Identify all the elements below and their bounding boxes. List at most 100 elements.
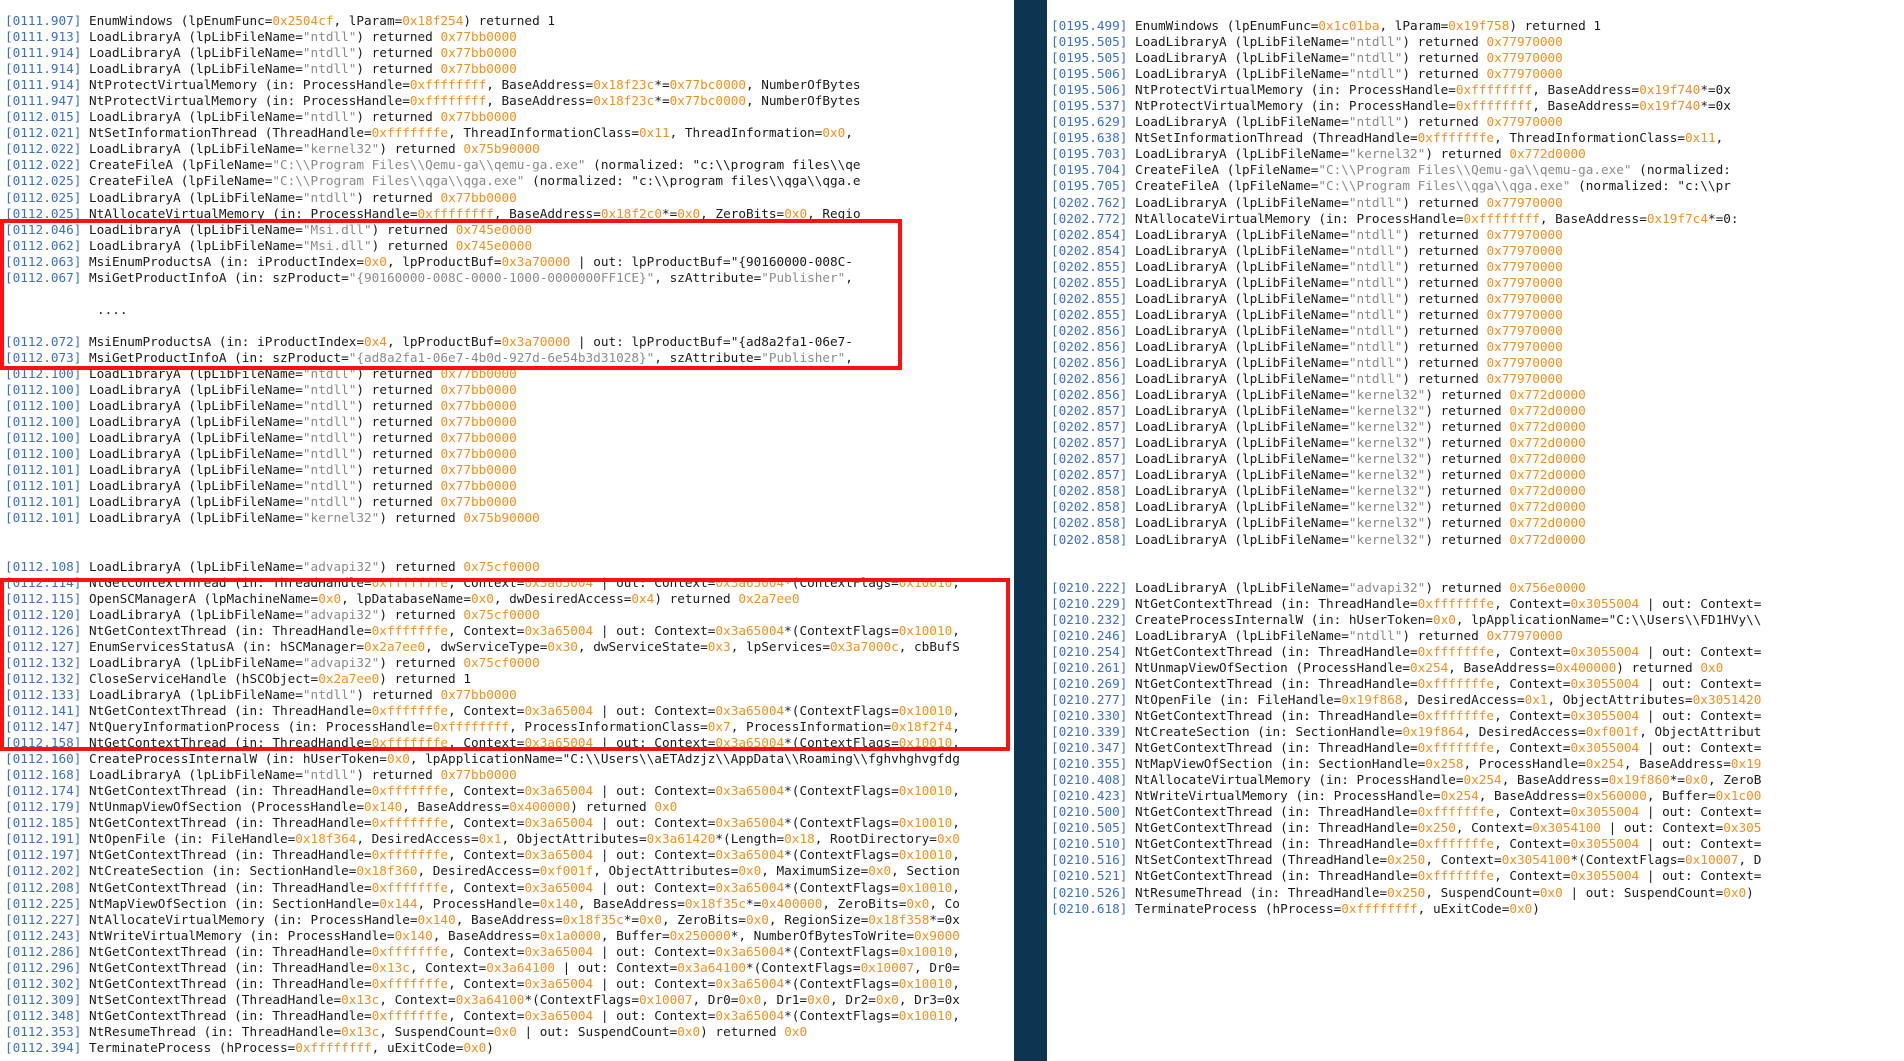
log-gap xyxy=(0,527,960,543)
log-line: [0202.857] LoadLibraryA (lpLibFileName="… xyxy=(1047,467,1761,483)
log-line: [0112.025] CreateFileA (lpFileName="C:\\… xyxy=(0,173,960,189)
log-line: [0202.858] LoadLibraryA (lpLibFileName="… xyxy=(1047,483,1761,499)
left-api-trace-log: [0111.907] EnumWindows (lpEnumFunc=0x250… xyxy=(0,13,960,1056)
log-message: LoadLibraryA (lpLibFileName="ntdll") ret… xyxy=(1135,354,1563,370)
log-timestamp: [0202.855] xyxy=(1051,290,1128,306)
log-message: NtGetContextThread (in: ThreadHandle=0xf… xyxy=(89,735,960,751)
log-message: LoadLibraryA (lpLibFileName="ntdll") ret… xyxy=(1135,242,1563,258)
log-line: [0112.067] MsiGetProductInfoA (in: szPro… xyxy=(0,270,960,286)
log-message: LoadLibraryA (lpLibFileName="ntdll") ret… xyxy=(1135,114,1563,130)
log-message: LoadLibraryA (lpLibFileName="ntdll") ret… xyxy=(1135,274,1563,290)
log-message: LoadLibraryA (lpLibFileName="kernel32") … xyxy=(1135,435,1586,451)
log-line: [0195.505] LoadLibraryA (lpLibFileName="… xyxy=(1047,34,1761,50)
right-log-pane[interactable]: [0195.499] EnumWindows (lpEnumFunc=0x1c0… xyxy=(1047,0,1904,1061)
log-message: LoadLibraryA (lpLibFileName="ntdll") ret… xyxy=(89,382,517,398)
log-timestamp: [0111.913] xyxy=(5,29,82,45)
log-timestamp: [0112.015] xyxy=(5,109,82,125)
log-line: [0112.141] NtGetContextThread (in: Threa… xyxy=(0,703,960,719)
log-timestamp: [0202.857] xyxy=(1051,403,1128,419)
log-line: [0112.227] NtAllocateVirtualMemory (in: … xyxy=(0,912,960,928)
log-timestamp: [0210.408] xyxy=(1051,772,1128,788)
log-line: [0112.022] CreateFileA (lpFileName="C:\\… xyxy=(0,157,960,173)
log-line: [0112.132] CloseServiceHandle (hSCObject… xyxy=(0,671,960,687)
log-line: [0112.114] NtGetContextThread (in: Threa… xyxy=(0,575,960,591)
log-message: NtSetContextThread (ThreadHandle=0x13c, … xyxy=(89,991,960,1007)
log-timestamp: [0210.355] xyxy=(1051,756,1128,772)
log-line: [0202.762] LoadLibraryA (lpLibFileName="… xyxy=(1047,195,1761,211)
log-timestamp: [0195.703] xyxy=(1051,146,1128,162)
log-message: LoadLibraryA (lpLibFileName="kernel32") … xyxy=(1135,387,1586,403)
log-line: [0195.704] CreateFileA (lpFileName="C:\\… xyxy=(1047,162,1761,178)
log-line: [0112.126] NtGetContextThread (in: Threa… xyxy=(0,623,960,639)
log-line: [0112.127] EnumServicesStatusA (in: hSCM… xyxy=(0,639,960,655)
log-line: [0202.858] LoadLibraryA (lpLibFileName="… xyxy=(1047,499,1761,515)
log-message: LoadLibraryA (lpLibFileName="ntdll") ret… xyxy=(89,414,517,430)
log-line: [0202.856] LoadLibraryA (lpLibFileName="… xyxy=(1047,387,1761,403)
log-line: [0210.269] NtGetContextThread (in: Threa… xyxy=(1047,676,1761,692)
log-timestamp: [0112.115] xyxy=(5,590,82,606)
log-message: LoadLibraryA (lpLibFileName="ntdll") ret… xyxy=(1135,66,1563,82)
log-message: NtProtectVirtualMemory (in: ProcessHandl… xyxy=(1135,82,1731,98)
log-timestamp: [0112.062] xyxy=(5,237,82,253)
log-timestamp: [0112.021] xyxy=(5,125,82,141)
log-timestamp: [0112.101] xyxy=(5,494,82,510)
log-line: [0112.394] TerminateProcess (hProcess=0x… xyxy=(0,1040,960,1056)
log-line: [0210.246] LoadLibraryA (lpLibFileName="… xyxy=(1047,628,1761,644)
log-line: [0195.499] EnumWindows (lpEnumFunc=0x1c0… xyxy=(1047,18,1761,34)
log-message: NtCreateSection (in: SectionHandle=0x18f… xyxy=(89,863,960,879)
log-timestamp: [0112.168] xyxy=(5,767,82,783)
log-line: [0112.063] MsiEnumProductsA (in: iProduc… xyxy=(0,254,960,270)
log-message: NtGetContextThread (in: ThreadHandle=0xf… xyxy=(89,1007,960,1023)
log-message: CreateProcessInternalW (in: hUserToken=0… xyxy=(1135,611,1762,627)
log-message: LoadLibraryA (lpLibFileName="ntdll") ret… xyxy=(1135,258,1563,274)
log-line: [0210.339] NtCreateSection (in: SectionH… xyxy=(1047,724,1761,740)
log-timestamp: [0112.225] xyxy=(5,895,82,911)
log-message: NtGetContextThread (in: ThreadHandle=0xf… xyxy=(1135,740,1762,756)
log-message: LoadLibraryA (lpLibFileName="ntdll") ret… xyxy=(89,109,517,125)
log-line: [0210.618] TerminateProcess (hProcess=0x… xyxy=(1047,901,1761,917)
log-timestamp: [0112.185] xyxy=(5,815,82,831)
log-message: NtMapViewOfSection (in: SectionHandle=0x… xyxy=(1135,756,1762,772)
log-timestamp: [0112.100] xyxy=(5,366,82,382)
log-line: [0210.408] NtAllocateVirtualMemory (in: … xyxy=(1047,772,1761,788)
log-line: [0112.353] NtResumeThread (in: ThreadHan… xyxy=(0,1024,960,1040)
log-message: NtWriteVirtualMemory (in: ProcessHandle=… xyxy=(1135,788,1762,804)
log-timestamp: [0210.526] xyxy=(1051,884,1128,900)
log-message: NtCreateSection (in: SectionHandle=0x19f… xyxy=(1135,724,1762,740)
log-timestamp: [0112.197] xyxy=(5,847,82,863)
log-message: LoadLibraryA (lpLibFileName="advapi32") … xyxy=(89,654,540,670)
log-line: [0210.526] NtResumeThread (in: ThreadHan… xyxy=(1047,885,1761,901)
log-line: [0112.160] CreateProcessInternalW (in: h… xyxy=(0,751,960,767)
log-message: CloseServiceHandle (hSCObject=0x2a7ee0) … xyxy=(89,670,471,686)
log-timestamp: [0111.914] xyxy=(5,77,82,93)
log-line: [0112.302] NtGetContextThread (in: Threa… xyxy=(0,976,960,992)
log-timestamp: [0202.762] xyxy=(1051,194,1128,210)
log-timestamp: [0112.046] xyxy=(5,221,82,237)
log-message: LoadLibraryA (lpLibFileName="kernel32") … xyxy=(89,141,540,157)
log-message: CreateFileA (lpFileName="C:\\Program Fil… xyxy=(1135,162,1731,178)
log-timestamp: [0195.505] xyxy=(1051,50,1128,66)
log-message: NtGetContextThread (in: ThreadHandle=0xf… xyxy=(1135,868,1762,884)
log-line: [0112.133] LoadLibraryA (lpLibFileName="… xyxy=(0,687,960,703)
log-message: LoadLibraryA (lpLibFileName="kernel32") … xyxy=(1135,451,1586,467)
log-message: LoadLibraryA (lpLibFileName="ntdll") ret… xyxy=(1135,338,1563,354)
log-message: NtGetContextThread (in: ThreadHandle=0xf… xyxy=(1135,708,1762,724)
log-message: NtGetContextThread (in: ThreadHandle=0xf… xyxy=(89,943,960,959)
log-line: [0210.521] NtGetContextThread (in: Threa… xyxy=(1047,868,1761,884)
log-line: [0112.286] NtGetContextThread (in: Threa… xyxy=(0,944,960,960)
log-timestamp: [0112.133] xyxy=(5,686,82,702)
log-timestamp: [0202.857] xyxy=(1051,435,1128,451)
log-line: [0111.914] NtProtectVirtualMemory (in: P… xyxy=(0,77,960,93)
log-message: NtGetContextThread (in: ThreadHandle=0xf… xyxy=(89,574,960,590)
log-message: MsiEnumProductsA (in: iProductIndex=0x0,… xyxy=(89,253,853,269)
log-line: [0112.243] NtWriteVirtualMemory (in: Pro… xyxy=(0,928,960,944)
log-line: [0195.638] NtSetInformationThread (Threa… xyxy=(1047,130,1761,146)
log-message: TerminateProcess (hProcess=0xffffffff, u… xyxy=(89,1040,494,1055)
log-timestamp: [0210.232] xyxy=(1051,611,1128,627)
left-log-pane[interactable]: [0111.907] EnumWindows (lpEnumFunc=0x250… xyxy=(0,0,1014,1061)
log-message: NtOpenFile (in: FileHandle=0x19f868, Des… xyxy=(1135,691,1762,707)
log-gap xyxy=(0,318,960,334)
log-line: [0210.347] NtGetContextThread (in: Threa… xyxy=(1047,740,1761,756)
log-line: [0112.101] LoadLibraryA (lpLibFileName="… xyxy=(0,510,960,526)
log-timestamp: [0112.243] xyxy=(5,927,82,943)
